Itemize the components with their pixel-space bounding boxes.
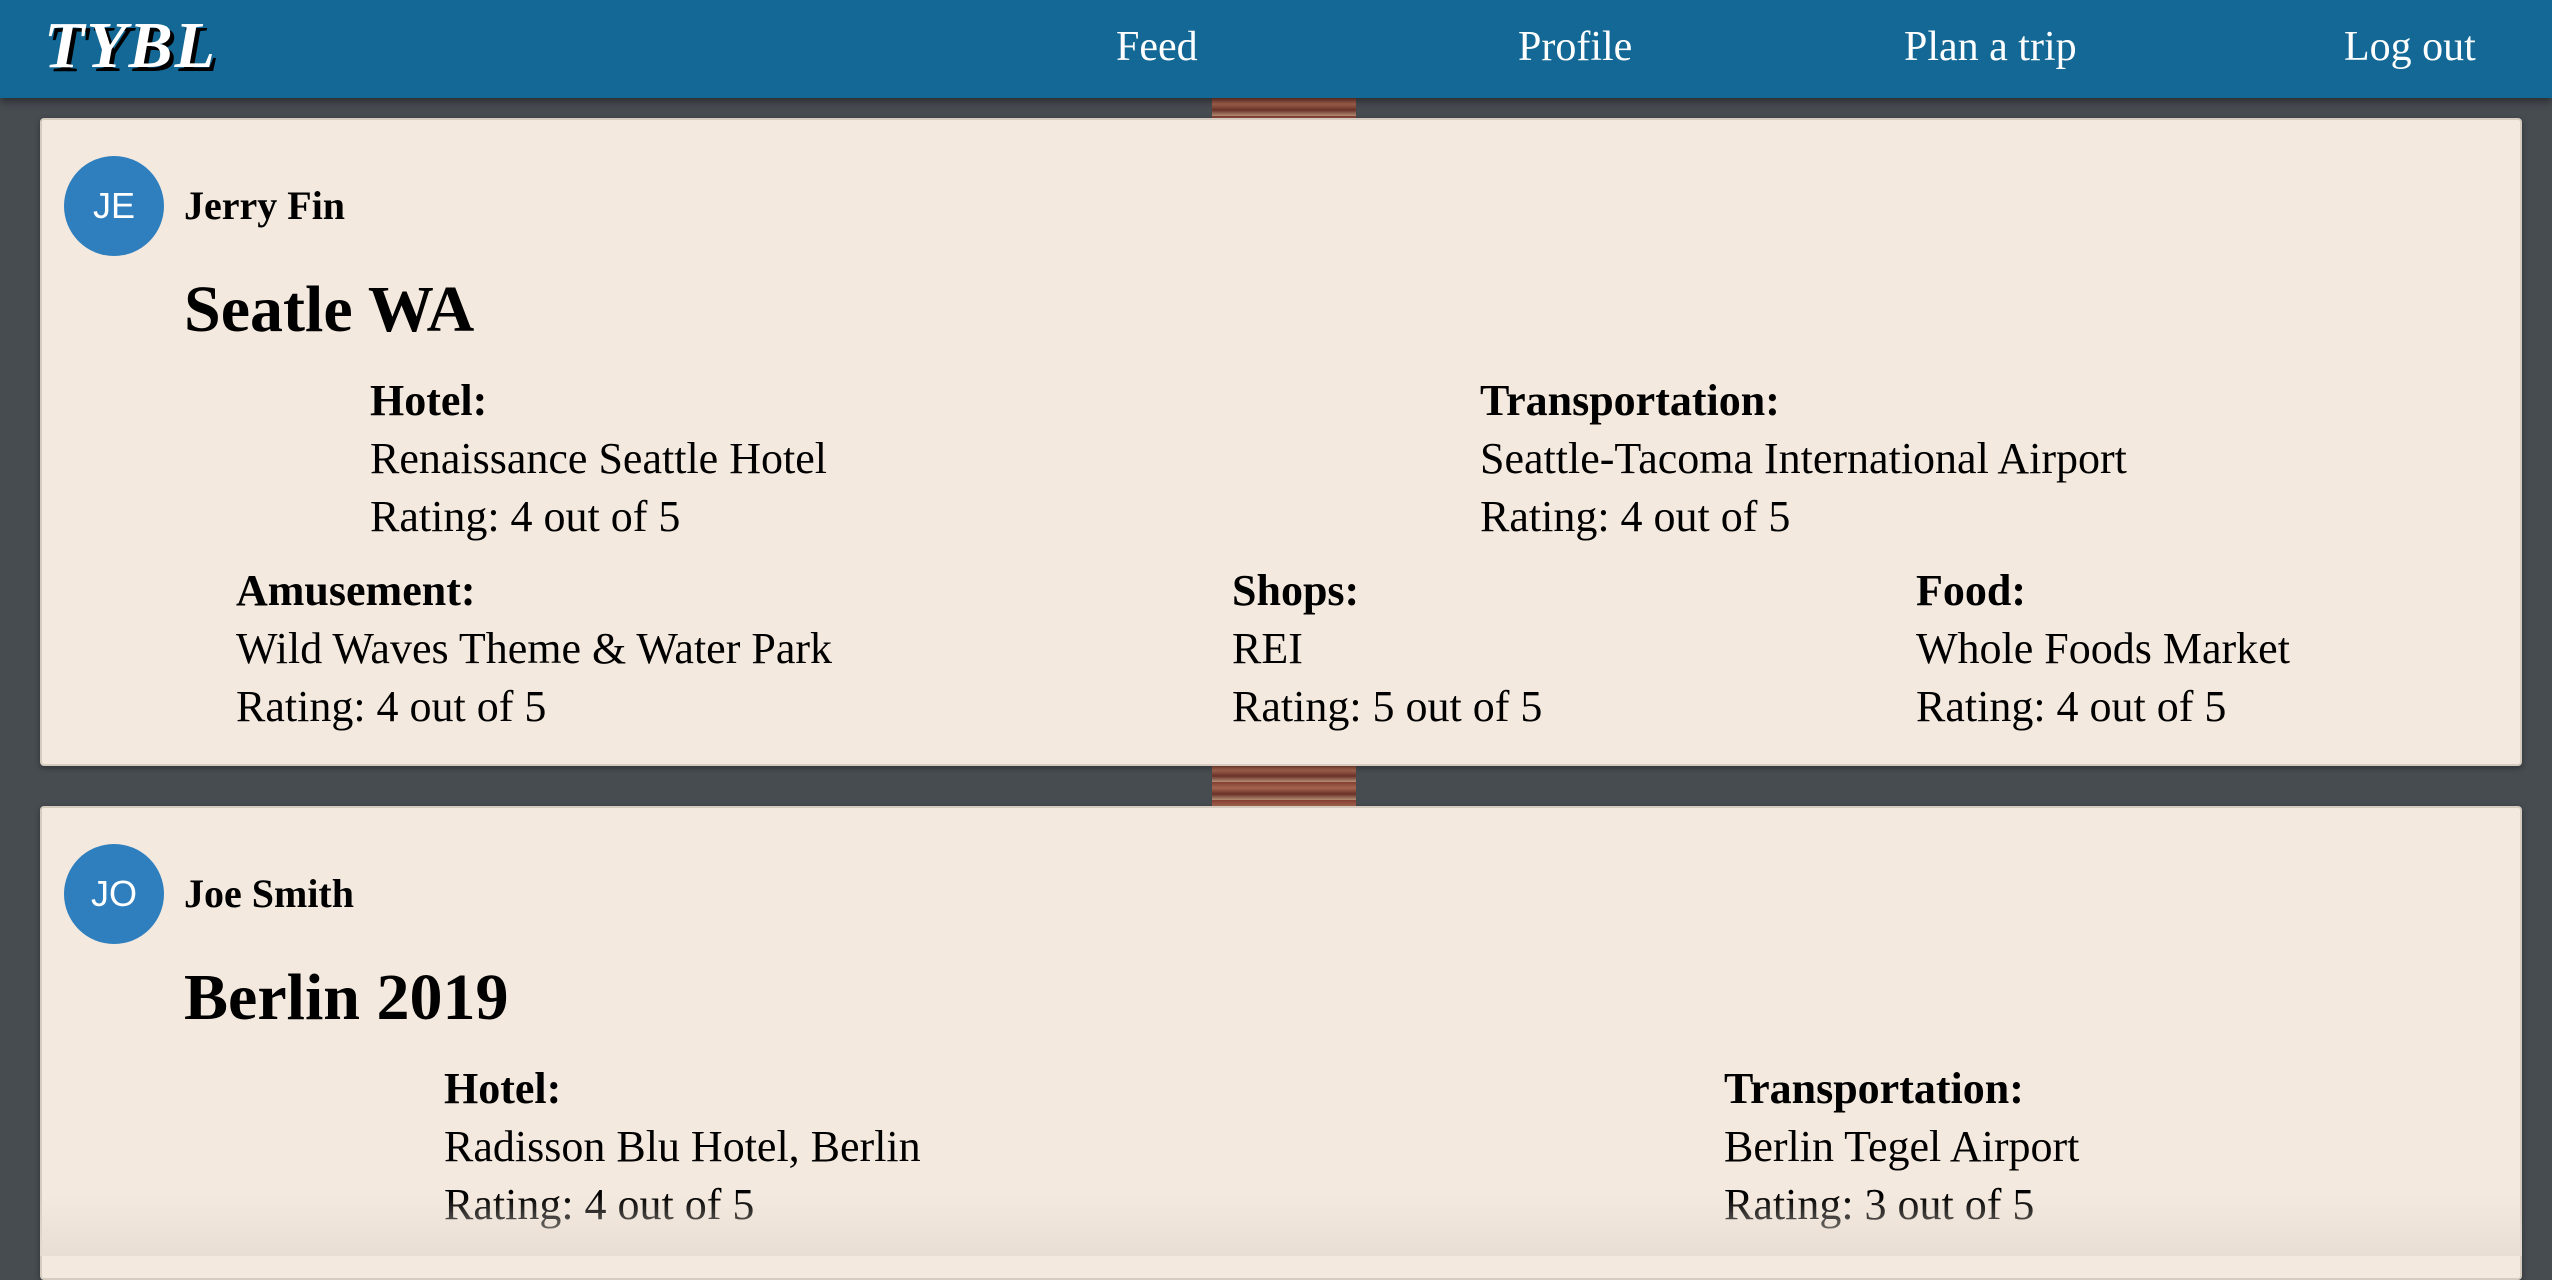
user-name[interactable]: Joe Smith	[184, 870, 354, 918]
category-food: Food: Whole Foods Market Rating: 4 out o…	[1916, 562, 2290, 736]
category-place: REI	[1232, 624, 1303, 673]
category-place: Renaissance Seattle Hotel	[370, 434, 827, 483]
trip-title: Seatle WA	[184, 273, 475, 346]
category-rating: Rating: 4 out of 5	[370, 492, 681, 541]
category-rating: Rating: 5 out of 5	[1232, 682, 1543, 731]
category-shops: Shops: REI Rating: 5 out of 5	[1232, 562, 1542, 736]
brand-logo[interactable]: TYBL	[44, 6, 217, 86]
nav-profile-link[interactable]: Profile	[1518, 22, 1632, 72]
category-place: Seattle-Tacoma International Airport	[1480, 434, 2127, 483]
category-rating: Rating: 4 out of 5	[236, 682, 547, 731]
category-label: Shops:	[1232, 566, 1360, 615]
category-place: Radisson Blu Hotel, Berlin	[444, 1122, 921, 1171]
category-transportation: Transportation: Seattle-Tacoma Internati…	[1480, 372, 2127, 546]
category-rating: Rating: 4 out of 5	[1916, 682, 2227, 731]
category-place: Wild Waves Theme & Water Park	[236, 624, 832, 673]
category-rating: Rating: 4 out of 5	[1480, 492, 1791, 541]
avatar[interactable]: JO	[64, 844, 164, 944]
category-label: Hotel:	[444, 1064, 562, 1113]
category-label: Amusement:	[236, 566, 476, 615]
nav-logout-link[interactable]: Log out	[2344, 22, 2476, 72]
category-label: Transportation:	[1480, 376, 1780, 425]
scroll-fade	[40, 1196, 2522, 1256]
trip-card: JE Jerry Fin Seatle WA Hotel: Renaissanc…	[40, 118, 2522, 766]
avatar[interactable]: JE	[64, 156, 164, 256]
category-place: Whole Foods Market	[1916, 624, 2290, 673]
category-label: Hotel:	[370, 376, 488, 425]
category-label: Food:	[1916, 566, 2026, 615]
trip-title: Berlin 2019	[184, 961, 509, 1034]
user-name[interactable]: Jerry Fin	[184, 182, 345, 230]
nav-feed-link[interactable]: Feed	[1116, 22, 1198, 72]
nav-plan-trip-link[interactable]: Plan a trip	[1904, 22, 2077, 72]
navbar: TYBL Feed Profile Plan a trip Log out	[0, 0, 2552, 98]
category-place: Berlin Tegel Airport	[1724, 1122, 2080, 1171]
category-amusement: Amusement: Wild Waves Theme & Water Park…	[236, 562, 832, 736]
category-label: Transportation:	[1724, 1064, 2024, 1113]
category-hotel: Hotel: Renaissance Seattle Hotel Rating:…	[370, 372, 827, 546]
